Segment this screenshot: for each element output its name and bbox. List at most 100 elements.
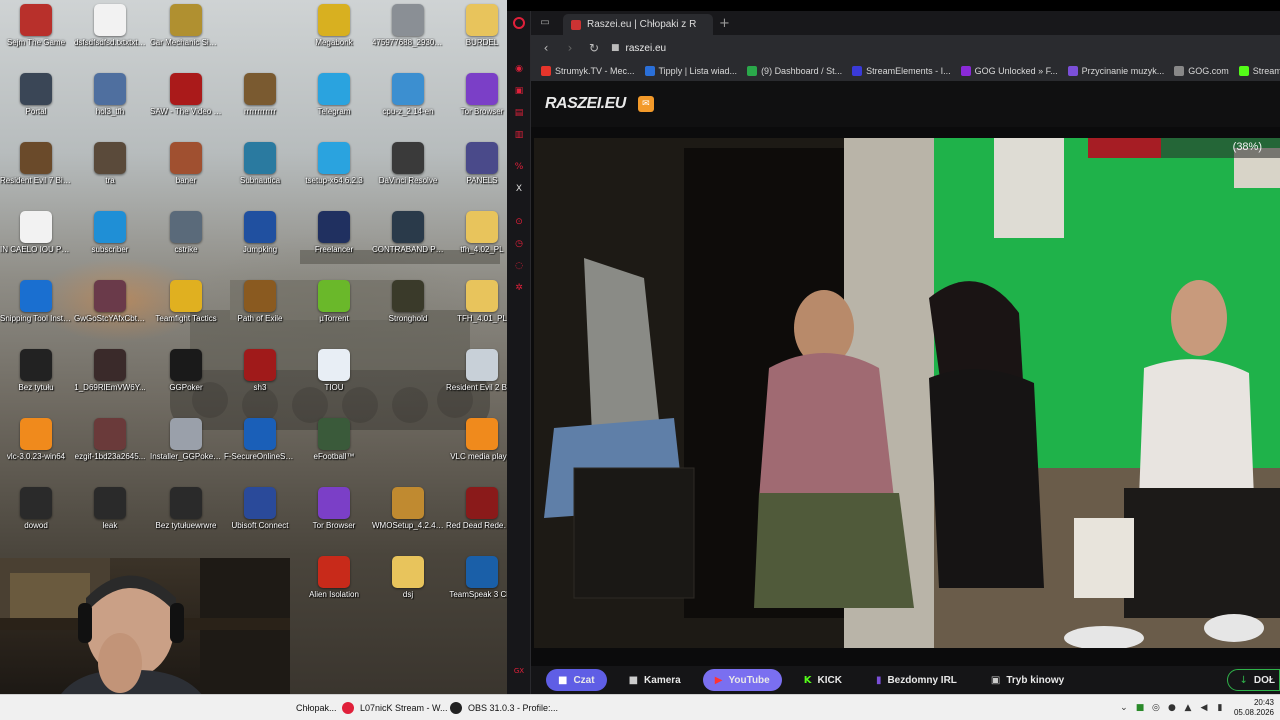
desktop-icon[interactable]: eFootball™: [298, 418, 370, 462]
steam-icon[interactable]: ◎: [1150, 702, 1162, 714]
chevron-icon[interactable]: ⌄: [1118, 702, 1130, 714]
desktop-icon[interactable]: Resident Evil 2 Biohazard: [446, 349, 507, 393]
microphone-icon[interactable]: ▮: [1214, 702, 1226, 714]
opera-logo-icon[interactable]: [513, 17, 525, 29]
bezdomny-irl-button[interactable]: ▮ Bezdomny IRL: [864, 669, 969, 691]
desktop-icon[interactable]: leak: [74, 487, 146, 531]
desktop-icon[interactable]: dsj: [372, 556, 444, 600]
desktop-icon[interactable]: 1_D69RlEmVW6Y...: [74, 349, 146, 393]
taskbar-app[interactable]: Chłopak...: [290, 697, 337, 719]
desktop-icon[interactable]: Jumpking: [224, 211, 296, 255]
desktop-icon[interactable]: tra: [74, 142, 146, 186]
desktop-icon[interactable]: cstrike: [150, 211, 222, 255]
desktop-icon[interactable]: cpu-z_2.14-en: [372, 73, 444, 117]
desktop-icon[interactable]: BURDEL: [446, 4, 507, 48]
desktop-icon[interactable]: 475977688_293079...: [372, 4, 444, 48]
tryb-kinowy-button[interactable]: ▣ Tryb kinowy: [979, 669, 1076, 691]
youtube-button[interactable]: ▶ YouTube: [702, 669, 782, 691]
vpn-icon[interactable]: ▣: [513, 85, 525, 97]
desktop-icon[interactable]: Tor Browser: [446, 73, 507, 117]
desktop-icon[interactable]: TIOU: [298, 349, 370, 393]
bookmark-item[interactable]: Tipply | Lista wiad...: [644, 66, 737, 76]
desktop-icon[interactable]: Teamfight Tactics: [150, 280, 222, 324]
desktop-icon[interactable]: Subnautica: [224, 142, 296, 186]
desktop-icon[interactable]: dsfsdfsdfsd.txtxtxtXZ: [74, 4, 146, 48]
desktop-icon[interactable]: Megabonk: [298, 4, 370, 48]
desktop-icon[interactable]: Tor Browser: [298, 487, 370, 531]
desktop-icon[interactable]: Telegram: [298, 73, 370, 117]
reload-icon[interactable]: ↻: [585, 39, 603, 57]
desktop-icon[interactable]: baner: [150, 142, 222, 186]
desktop-icon[interactable]: Portal: [0, 73, 72, 117]
desktop-icon[interactable]: tfh_4.02_PL: [446, 211, 507, 255]
history-icon[interactable]: ◷: [513, 238, 525, 250]
kamera-button[interactable]: ■ Kamera: [617, 669, 693, 691]
desktop-icon[interactable]: vlc-3.0.23-win64: [0, 418, 72, 462]
dol-button[interactable]: ↓ DOŁ: [1226, 669, 1280, 691]
desktop-icon[interactable]: GGPoker: [150, 349, 222, 393]
desktop-icon[interactable]: hol3_tfh: [74, 73, 146, 117]
x-icon[interactable]: X: [513, 183, 525, 195]
bookmark-item[interactable]: (9) Dashboard / St...: [747, 66, 842, 76]
taskbar-app[interactable]: L07nicK Stream - W...: [336, 697, 448, 719]
desktop-icon[interactable]: Path of Exile: [224, 280, 296, 324]
percent-icon[interactable]: %: [513, 161, 525, 173]
desktop-icon[interactable]: Resident Evil 7 Biohazard: [0, 142, 72, 186]
desktop-icon[interactable]: tsetup-x64.6.2.3: [298, 142, 370, 186]
desktop-icon[interactable]: Freelancer: [298, 211, 370, 255]
desktop-icon[interactable]: Bez tytułuewrwre: [150, 487, 222, 531]
network-icon[interactable]: ▲: [1182, 702, 1194, 714]
volume-icon[interactable]: ◀: [1198, 702, 1210, 714]
new-tab-button[interactable]: +: [719, 14, 730, 35]
desktop-icon[interactable]: ezgif-1bd23a2645...: [74, 418, 146, 462]
bookmark-item[interactable]: Przycinanie muzyk...: [1067, 66, 1164, 76]
desktop-icon[interactable]: CONTRABAND POLICE V20230627: [372, 211, 444, 255]
kick-button[interactable]: K KICK: [792, 669, 854, 691]
bookmark-item[interactable]: GOG.com: [1174, 66, 1229, 76]
badge-icon[interactable]: ✉: [637, 96, 654, 112]
desktop-icon[interactable]: Stronghold: [372, 280, 444, 324]
desktop-icon[interactable]: Alien Isolation: [298, 556, 370, 600]
taskbar-app[interactable]: OBS 31.0.3 - Profile:...: [444, 697, 558, 719]
desktop-icon[interactable]: Ubisoft Connect: [224, 487, 296, 531]
desktop-icon[interactable]: DaVinci Resolve: [372, 142, 444, 186]
desktop-icon[interactable]: Installer_GGPoker_pl...: [150, 418, 222, 462]
clock[interactable]: 20:43 05.08.2026: [1234, 698, 1274, 718]
gx-icon[interactable]: GX: [513, 665, 525, 677]
wallet-icon[interactable]: ▤: [513, 107, 525, 119]
desktop-icon[interactable]: dowod: [0, 487, 72, 531]
player-icon[interactable]: ⊙: [513, 216, 525, 228]
obs-icon[interactable]: ●: [1166, 702, 1178, 714]
desktop-icon[interactable]: IN CAELO IOU PERVOLAT AQUI...: [0, 211, 72, 255]
back-icon[interactable]: ‹: [537, 39, 555, 57]
bookmark-item[interactable]: StreamElements - I...: [852, 66, 951, 76]
desktop-icon[interactable]: Bez tytułu: [0, 349, 72, 393]
tab-raszei[interactable]: Raszei.eu | Chłopaki z R: [563, 14, 713, 35]
aria-icon[interactable]: ◉: [513, 63, 525, 75]
desktop-icon[interactable]: SAW - The Video Game: [150, 73, 222, 117]
nvidia-icon[interactable]: ■: [1134, 702, 1146, 714]
desktop-icon[interactable]: Red Dead Redemption: [446, 487, 507, 531]
desktop-icon[interactable]: PANELS: [446, 142, 507, 186]
tab-menu-icon[interactable]: ▭: [538, 16, 552, 30]
desktop-icon[interactable]: F-SecureOnlineSc...: [224, 418, 296, 462]
bookmark-item[interactable]: Strumyk.TV - Mec...: [541, 66, 635, 76]
chat-bubble-icon[interactable]: ◌: [513, 260, 525, 272]
desktop-icon[interactable]: subscriber: [74, 211, 146, 255]
desktop-icon[interactable]: VLC media player: [446, 418, 507, 462]
site-logo[interactable]: RASZEI.EU: [545, 95, 626, 113]
desktop-icon[interactable]: Sejm The Game: [0, 4, 72, 48]
desktop-icon[interactable]: TFH_4.01_PL: [446, 280, 507, 324]
desktop-icon[interactable]: WMOSetup_4.2.4....: [372, 487, 444, 531]
url-field[interactable]: raszei.eu: [626, 43, 667, 54]
bookmark-item[interactable]: Stream - Kic: [1238, 66, 1280, 76]
desktop-icon[interactable]: Car Mechanic Simulator 2021: [150, 4, 222, 48]
desktop-icon[interactable]: TeamSpeak 3 Cl...: [446, 556, 507, 600]
forward-icon[interactable]: ›: [561, 39, 579, 57]
desktop-icon[interactable]: sh3: [224, 349, 296, 393]
bookmark-item[interactable]: GOG Unlocked » F...: [960, 66, 1058, 76]
settings-icon[interactable]: ✲: [513, 282, 525, 294]
stream-video[interactable]: (38%): [534, 138, 1280, 648]
messenger-icon[interactable]: ▥: [513, 129, 525, 141]
czat-button[interactable]: ■ Czat: [546, 669, 607, 691]
